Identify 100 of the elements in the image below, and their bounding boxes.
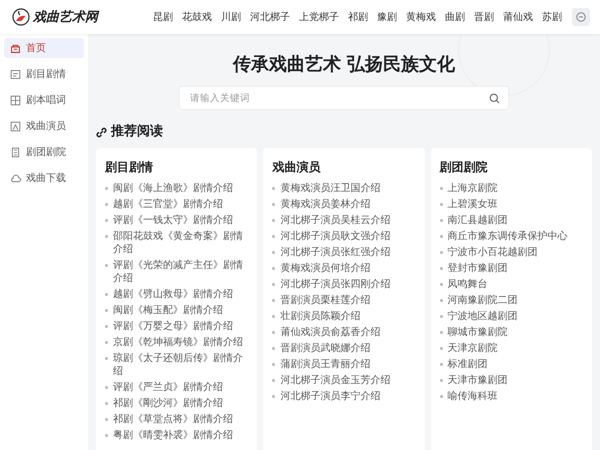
article-link[interactable]: 喻传海科班 [448,390,498,403]
nav-link[interactable]: 黄梅戏 [406,10,436,24]
nav-link[interactable]: 河北梆子 [250,10,290,24]
article-link[interactable]: 南汇县越剧团 [448,214,508,227]
search-icon[interactable] [489,92,500,104]
bullet-icon [440,363,443,366]
article-link[interactable]: 河北梆子演员金玉芳介绍 [280,374,390,387]
more-button[interactable] [572,8,590,26]
nav-link[interactable]: 川剧 [221,10,241,24]
card-title: 剧目剧情 [105,159,154,176]
bullet-icon [105,325,108,328]
bullet-icon [272,251,276,254]
article-link[interactable]: 上碧溪女班 [448,198,498,211]
bullet-icon [440,395,443,398]
bullet-icon [440,267,443,270]
bullet-icon [272,363,276,366]
bullet-icon [272,187,276,190]
article-link[interactable]: 闽剧《梅玉配》剧情介绍 [113,304,223,317]
bullet-icon [105,386,108,389]
bullet-icon [105,187,108,190]
article-link[interactable]: 登封市豫剧团 [448,262,508,275]
nav-link[interactable]: 苏剧 [542,10,562,24]
article-link[interactable]: 黄梅戏演员汪卫国介绍 [280,182,380,195]
article-link[interactable]: 黄梅戏演员何培介绍 [280,262,370,275]
nav-link[interactable]: 豫剧 [377,10,397,24]
sidebar-item[interactable]: 剧本唱词 [4,90,84,110]
article-link[interactable]: 晋剧演员栗桂莲介绍 [280,294,370,307]
bullet-icon [440,219,443,222]
article-link[interactable]: 祁剧《草堂点将》剧情介绍 [113,413,233,426]
article-link[interactable]: 评剧《严兰贞》剧情介绍 [113,381,223,394]
article-link[interactable]: 京剧《乾坤福寿镜》剧情介绍 [113,336,243,349]
bullet-icon [105,357,108,360]
nav-link[interactable]: 花鼓戏 [182,10,212,24]
storefront-icon [10,42,21,54]
article-link[interactable]: 商丘市豫东调传承保护中心 [448,230,568,243]
article-link[interactable]: 琼剧《太子还朝后传》剧情介绍 [113,352,252,378]
search-field[interactable]: 请输入关键词 [179,86,509,110]
article-link[interactable]: 蒲剧演员王青丽介绍 [280,358,370,371]
bullet-icon [272,347,276,350]
nav-link[interactable]: 莆仙戏 [503,10,533,24]
article-link[interactable]: 邵阳花鼓戏《黄金奇案》剧情介绍 [113,230,252,256]
card-title: 剧团剧院 [440,159,489,176]
nav-link[interactable]: 曲剧 [445,10,465,24]
bullet-icon [440,331,443,334]
cloud-icon [10,172,21,184]
bullet-icon [440,315,443,318]
article-link[interactable]: 莆仙戏演员俞荔香介绍 [280,326,380,339]
bullet-icon [105,264,108,267]
article-link[interactable]: 评剧《万婴之母》剧情介绍 [113,320,233,333]
sidebar-item[interactable]: 首页 [4,38,84,58]
bullet-icon [440,251,443,254]
nav-link[interactable]: 晋剧 [474,10,494,24]
article-link[interactable]: 标准剧团 [448,358,488,371]
grid-icon [10,94,21,106]
link-icon [96,126,107,138]
sidebar-item[interactable]: 剧目剧情 [4,64,84,84]
nav-link[interactable]: 上党梆子 [299,10,339,24]
article-link[interactable]: 黄梅戏演员姜林介绍 [280,198,370,211]
article-link[interactable]: 祁剧《剛沙河》剧情介绍 [113,397,223,410]
sidebar-item[interactable]: 戏曲演员 [4,116,84,136]
article-link[interactable]: 河北梆子演员张红强介绍 [280,246,390,259]
bullet-icon [272,235,276,238]
article-link[interactable]: 河北梆子演员耿文强介绍 [280,230,390,243]
article-link[interactable]: 聊城市豫剧院 [448,326,508,339]
bullet-icon [272,379,276,382]
article-link[interactable]: 壮剧演员陈颖介绍 [280,310,360,323]
document-icon [10,68,21,80]
article-link[interactable]: 闽剧《海上渔歌》剧情介绍 [113,182,233,195]
bullet-icon [272,299,276,302]
bullet-icon [105,434,108,437]
article-link[interactable]: 天津市豫剧团 [448,374,508,387]
article-link[interactable]: 粤剧《晴雯补裘》剧情介绍 [113,429,233,442]
sidebar-item[interactable]: 剧团剧院 [4,142,84,162]
nav-link[interactable]: 昆剧 [153,10,173,24]
article-link[interactable]: 凤鸣舞台 [448,278,488,291]
site-logo-text[interactable]: 戏曲艺术网 [33,8,98,26]
logo-icon [12,8,30,26]
article-link[interactable]: 河北梆子演员李宁介绍 [280,390,380,403]
bullet-icon [105,341,108,344]
section-title: 推荐阅读 [111,124,163,140]
article-link[interactable]: 晋剧演员武晓娜介绍 [280,342,370,355]
article-link[interactable]: 天津京剧院 [448,342,498,355]
bullet-icon [105,219,108,222]
bullet-icon [105,309,108,312]
bullet-icon [440,187,443,190]
article-link[interactable]: 越剧《三官堂》剧情介绍 [113,198,223,211]
bullet-icon [272,203,276,206]
portrait-icon [10,120,21,132]
article-link[interactable]: 河北梆子演员吴桂云介绍 [280,214,390,227]
sidebar-item[interactable]: 戏曲下载 [4,168,84,188]
article-link[interactable]: 评剧《一钱太守》剧情介绍 [113,214,233,227]
article-link[interactable]: 上海京剧院 [448,182,498,195]
article-link[interactable]: 越剧《劈山救母》剧情介绍 [113,288,233,301]
article-link[interactable]: 河北梆子演员张四刚介绍 [280,278,390,291]
nav-link[interactable]: 祁剧 [348,10,368,24]
bullet-icon [440,347,443,350]
article-link[interactable]: 河南豫剧院二团 [448,294,518,307]
article-link[interactable]: 宁波地区越剧团 [448,310,518,323]
article-link[interactable]: 宁波市小百花越剧团 [448,246,538,259]
article-link[interactable]: 评剧《光荣的减产主任》剧情介绍 [113,259,252,285]
